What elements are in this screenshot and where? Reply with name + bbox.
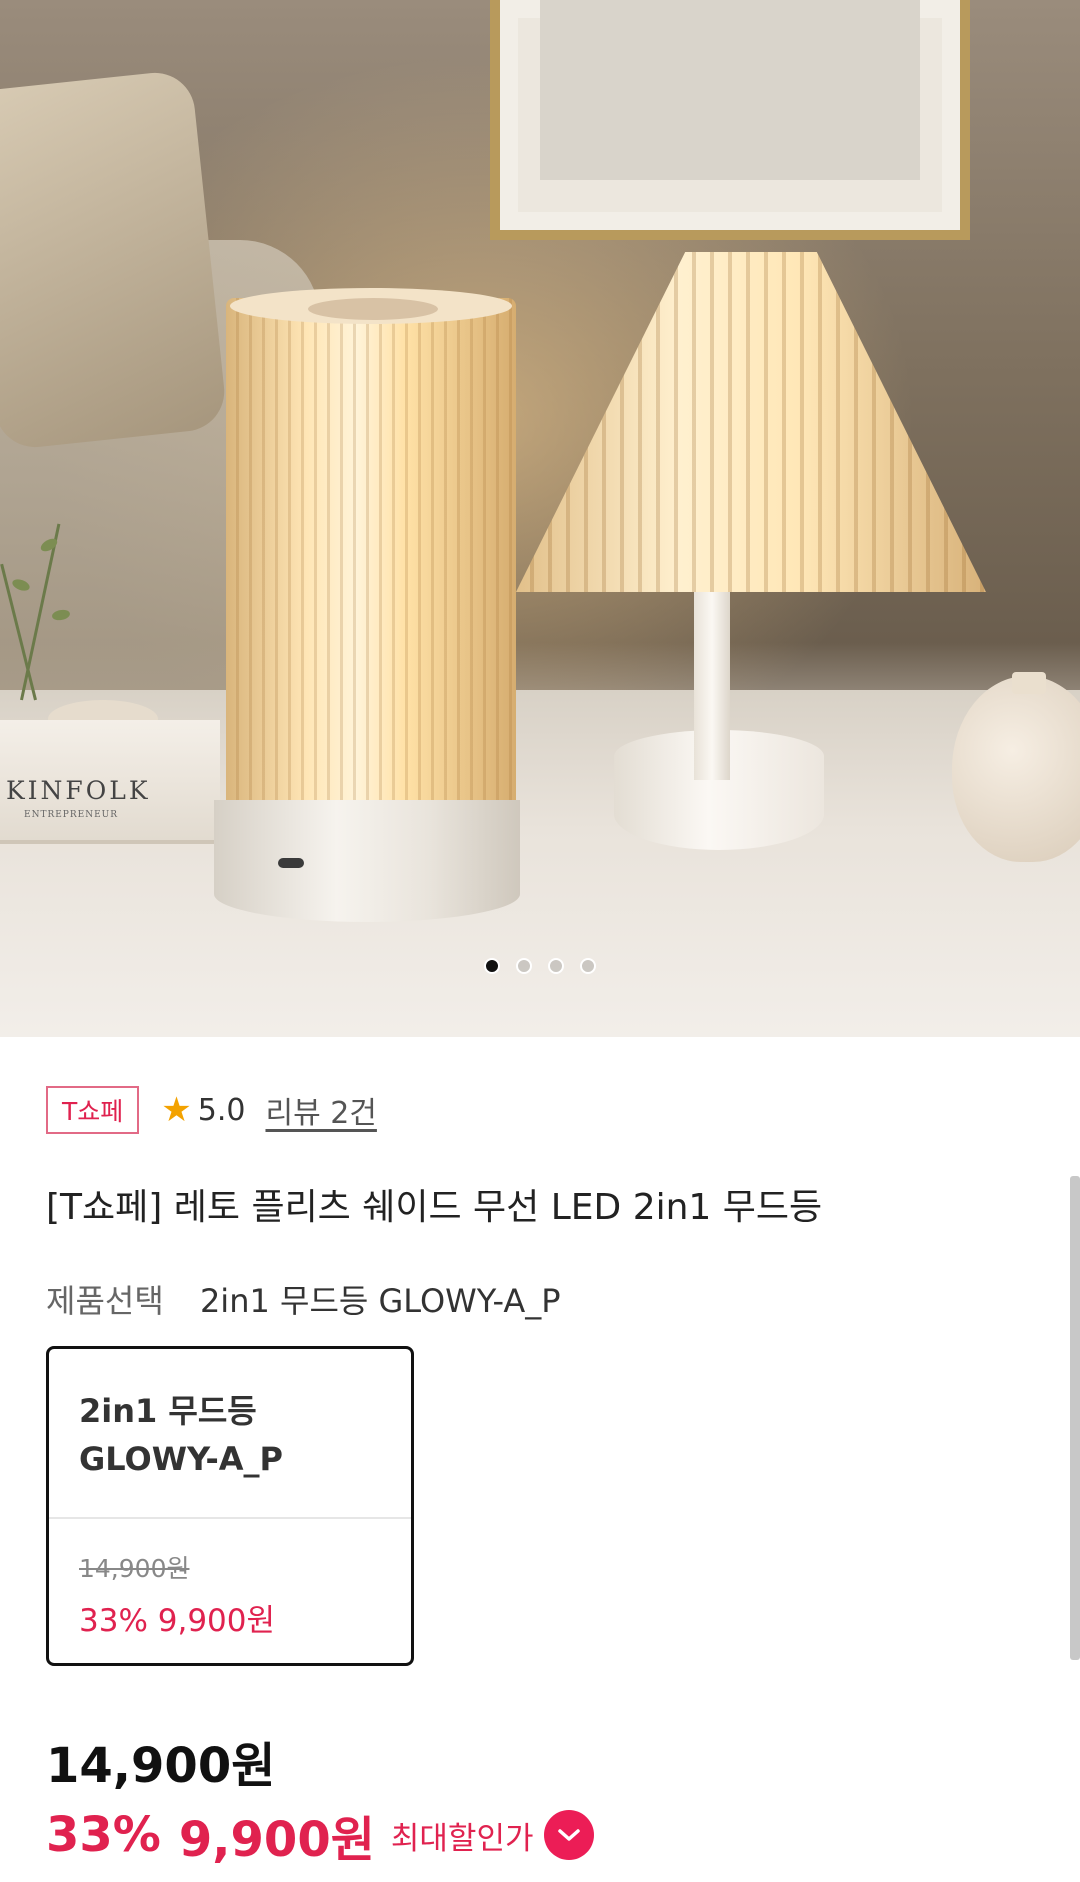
option-card-original-price: 14,900원	[79, 1554, 190, 1583]
pillow	[0, 68, 229, 452]
option-selected-value: 2in1 무드등 GLOWY-A_P	[199, 1282, 561, 1320]
book-subtitle: ENTREPRENEUR	[24, 810, 119, 820]
carousel-dot-2[interactable]	[516, 958, 532, 974]
store-rating-row: T쇼페 ★ 5.0 리뷰 2건	[46, 1083, 377, 1137]
product-image-carousel[interactable]: KINFOLK ENTREPRENEUR	[0, 0, 1080, 1037]
book: KINFOLK ENTREPRENEUR	[0, 720, 220, 844]
sale-price: 9,900원	[178, 1812, 375, 1868]
max-discount-label[interactable]: 최대할인가	[391, 1813, 534, 1858]
sale-price-row: 33% 9,900원 최대할인가	[46, 1800, 594, 1870]
store-badge[interactable]: T쇼페	[46, 1086, 140, 1134]
wall-frame	[490, 0, 970, 240]
carousel-dot-4[interactable]	[580, 958, 596, 974]
chevron-down-icon[interactable]	[543, 1810, 594, 1860]
option-card-name: 2in1 무드등 GLOWY-A_P	[79, 1392, 283, 1478]
star-icon: ★	[161, 1090, 192, 1130]
option-selection-row: 제품선택 2in1 무드등 GLOWY-A_P	[46, 1276, 561, 1322]
book-title: KINFOLK	[6, 776, 151, 805]
option-card-sale-price: 33% 9,900원	[79, 1603, 276, 1639]
rating-value: 5.0	[197, 1092, 246, 1128]
option-card-divider	[49, 1517, 411, 1519]
scrollbar[interactable]	[1070, 1176, 1080, 1660]
carousel-pagination	[0, 958, 1080, 982]
carousel-dot-1[interactable]	[484, 958, 500, 974]
option-label: 제품선택	[46, 1282, 164, 1320]
discount-percent: 33%	[46, 1807, 161, 1863]
original-price: 14,900원	[46, 1738, 276, 1794]
review-count-link[interactable]: 리뷰 2건	[265, 1088, 376, 1132]
carousel-dot-3[interactable]	[548, 958, 564, 974]
option-card-selected[interactable]: 2in1 무드등 GLOWY-A_P 14,900원 33% 9,900원	[46, 1346, 414, 1666]
product-title: [T쇼페] 레토 플리츠 쉐이드 무선 LED 2in1 무드등	[46, 1187, 823, 1228]
